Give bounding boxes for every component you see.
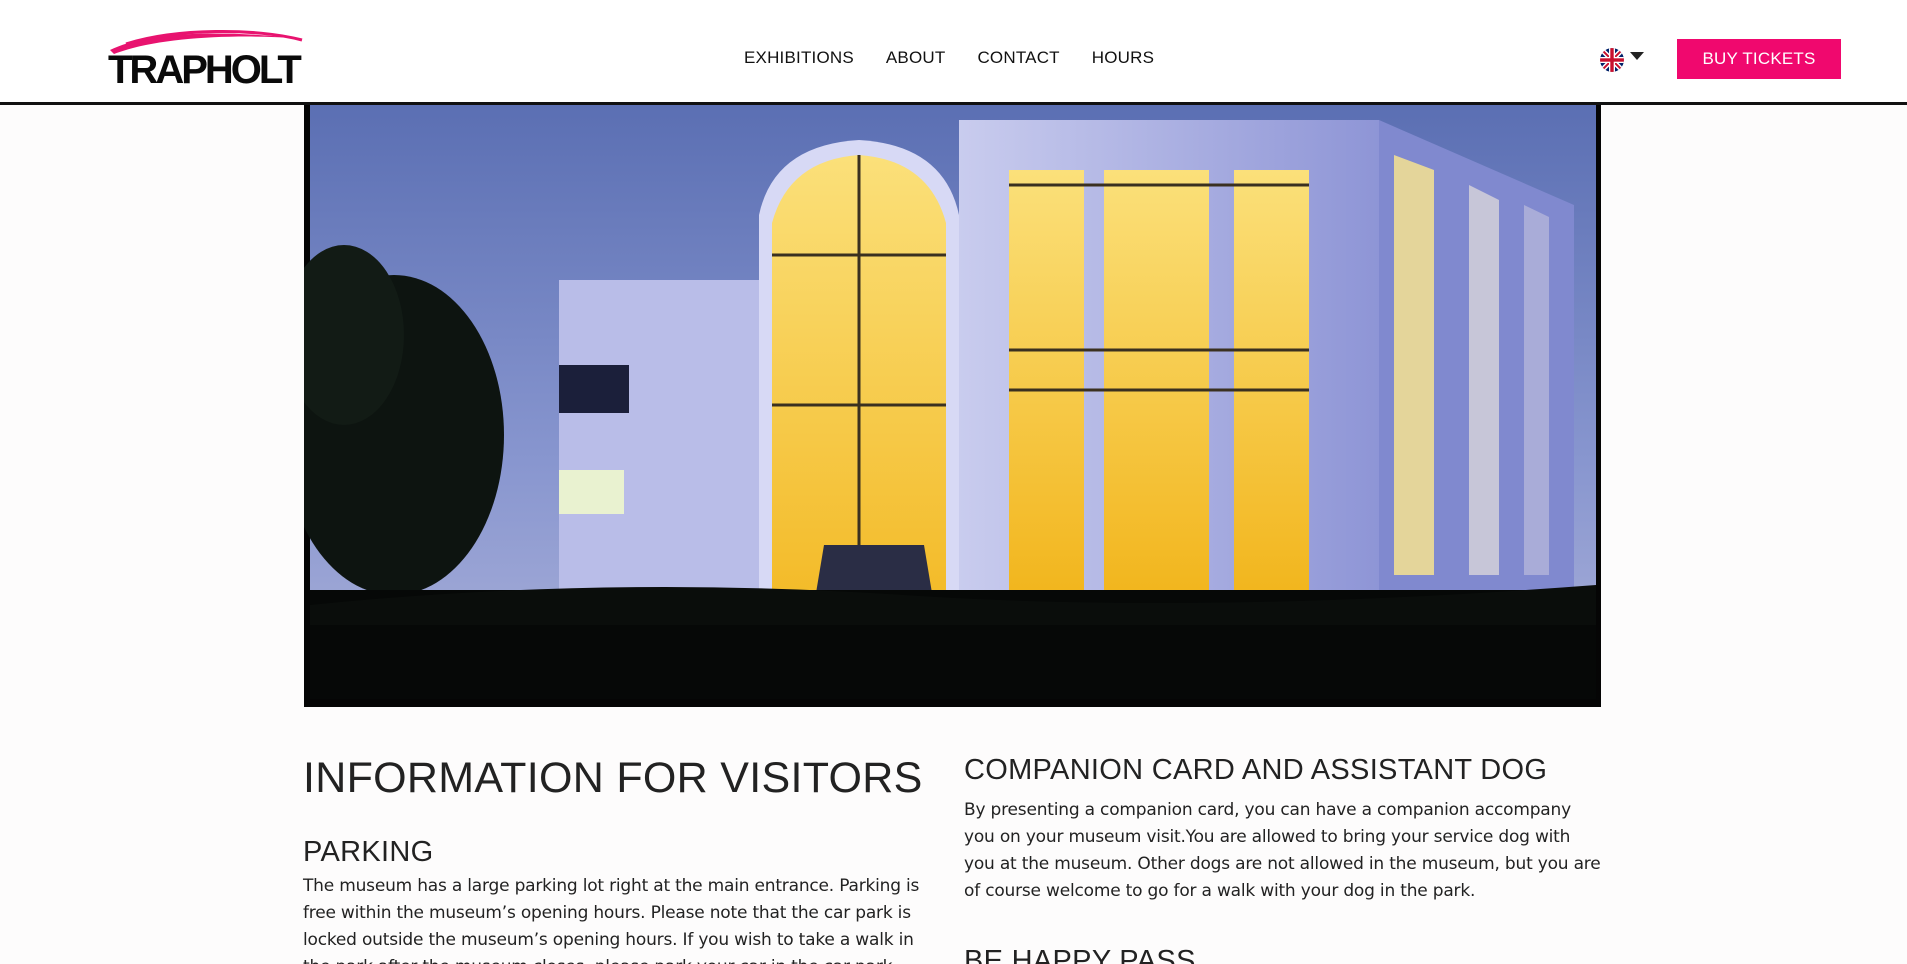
be-happy-pass-heading: BE HAPPY PASS — [964, 945, 1196, 964]
companion-text: By presenting a companion card, you can … — [964, 800, 1601, 901]
buy-tickets-button[interactable]: BUY TICKETS — [1677, 39, 1841, 79]
parking-text: The museum has a large parking lot right… — [303, 876, 920, 964]
svg-text:TRAPHOLT: TRAPHOLT — [108, 48, 301, 88]
nav-about[interactable]: ABOUT — [886, 48, 946, 68]
uk-flag-icon — [1600, 48, 1624, 72]
companion-column: COMPANION CARD AND ASSISTANT DOG By pres… — [964, 752, 1604, 964]
language-selector[interactable] — [1600, 48, 1644, 72]
nav-contact[interactable]: CONTACT — [977, 48, 1059, 68]
page-title: INFORMATION FOR VISITORS — [303, 754, 923, 802]
site-header: TRAPHOLT EXHIBITIONS ABOUT CONTACT HOURS — [0, 0, 1907, 105]
nav-exhibitions[interactable]: EXHIBITIONS — [744, 48, 854, 68]
hero-image — [304, 105, 1601, 707]
main-nav: EXHIBITIONS ABOUT CONTACT HOURS — [744, 48, 1186, 68]
trapholt-logo[interactable]: TRAPHOLT — [106, 28, 306, 92]
caret-down-icon — [1630, 52, 1644, 60]
companion-heading: COMPANION CARD AND ASSISTANT DOG — [964, 754, 1548, 786]
parking-heading: PARKING — [303, 836, 434, 868]
visitor-info-column: INFORMATION FOR VISITORS PARKING The mus… — [303, 752, 933, 964]
nav-hours[interactable]: HOURS — [1092, 48, 1154, 68]
